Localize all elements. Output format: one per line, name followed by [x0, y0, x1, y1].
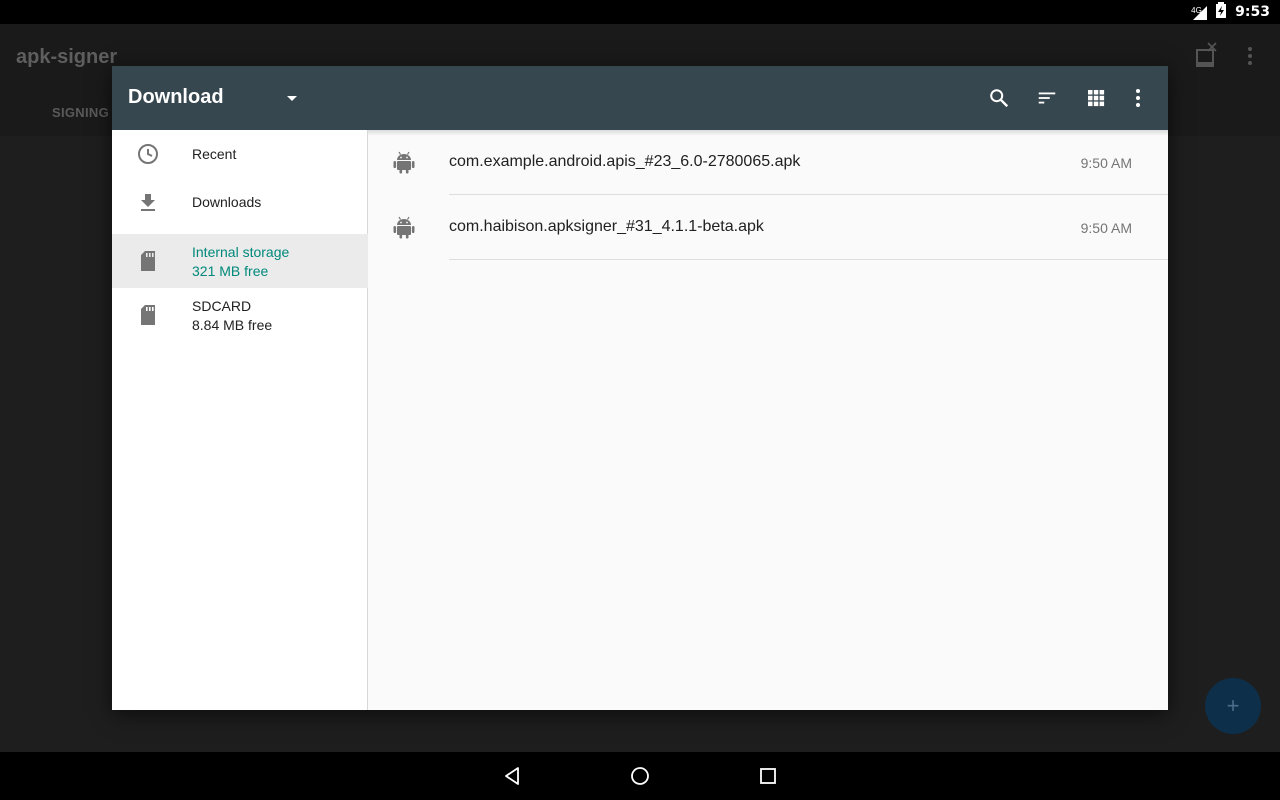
file-row[interactable]: com.haibison.apksigner_#31_4.1.1-beta.ap…: [369, 195, 1168, 260]
arrow-drop-down-icon[interactable]: [282, 88, 302, 108]
sd-card-icon: [136, 303, 160, 327]
file-name: com.example.android.apis_#23_6.0-2780065…: [449, 153, 801, 170]
root-item-sdcard[interactable]: SDCARD 8.84 MB free: [112, 288, 368, 342]
add-fab-button[interactable]: +: [1205, 678, 1261, 734]
file-list: com.example.android.apis_#23_6.0-2780065…: [369, 130, 1168, 710]
recents-icon[interactable]: [756, 764, 780, 788]
root-title: Downloads: [192, 194, 262, 210]
current-folder-title[interactable]: Download: [128, 86, 224, 109]
file-name: com.haibison.apksigner_#31_4.1.1-beta.ap…: [449, 218, 764, 235]
tab-signing[interactable]: SIGNING: [52, 105, 109, 120]
network-type-label: 4G: [1191, 6, 1202, 15]
no-sim-icon[interactable]: [1196, 42, 1218, 73]
root-item-downloads[interactable]: Downloads: [112, 178, 368, 226]
sd-card-icon: [136, 249, 160, 273]
toolbar-shadow: [368, 130, 1168, 136]
more-vert-icon[interactable]: [1126, 86, 1150, 110]
root-free-space: 8.84 MB free: [192, 317, 273, 333]
grid-view-icon[interactable]: [1084, 86, 1108, 110]
file-modified-time: 9:50 AM: [1080, 155, 1132, 171]
signal-icon: 4G: [1191, 4, 1208, 20]
navigation-bar: [0, 752, 1280, 800]
status-icons: 4G 9:53: [1191, 0, 1270, 24]
root-title: SDCARD: [192, 298, 252, 314]
root-item-recent[interactable]: Recent: [112, 130, 368, 178]
clock-icon: [136, 142, 160, 166]
search-icon[interactable]: [987, 86, 1011, 110]
root-title: Internal storage: [192, 244, 290, 260]
home-icon[interactable]: [628, 764, 652, 788]
root-title: Recent: [192, 146, 237, 162]
dialog-toolbar: Download: [112, 66, 1168, 130]
more-vert-icon[interactable]: [1241, 44, 1259, 73]
download-icon: [136, 190, 160, 214]
sort-icon[interactable]: [1035, 86, 1059, 110]
roots-sidebar: Recent Downloads Internal storage 321 MB…: [112, 130, 368, 710]
row-divider: [449, 259, 1168, 260]
root-item-internal-storage[interactable]: Internal storage 321 MB free: [112, 234, 368, 288]
file-modified-time: 9:50 AM: [1080, 220, 1132, 236]
file-picker-dialog: Download Recent Downloads Internal stora…: [112, 66, 1168, 710]
status-bar: 4G 9:53: [0, 0, 1280, 24]
status-time: 9:53: [1235, 4, 1270, 20]
android-icon: [393, 150, 417, 174]
android-icon: [393, 215, 417, 239]
app-title: apk-signer: [16, 46, 118, 68]
battery-icon: [1215, 1, 1227, 23]
root-free-space: 321 MB free: [192, 263, 269, 279]
back-icon[interactable]: [500, 764, 524, 788]
file-row[interactable]: com.example.android.apis_#23_6.0-2780065…: [369, 130, 1168, 195]
